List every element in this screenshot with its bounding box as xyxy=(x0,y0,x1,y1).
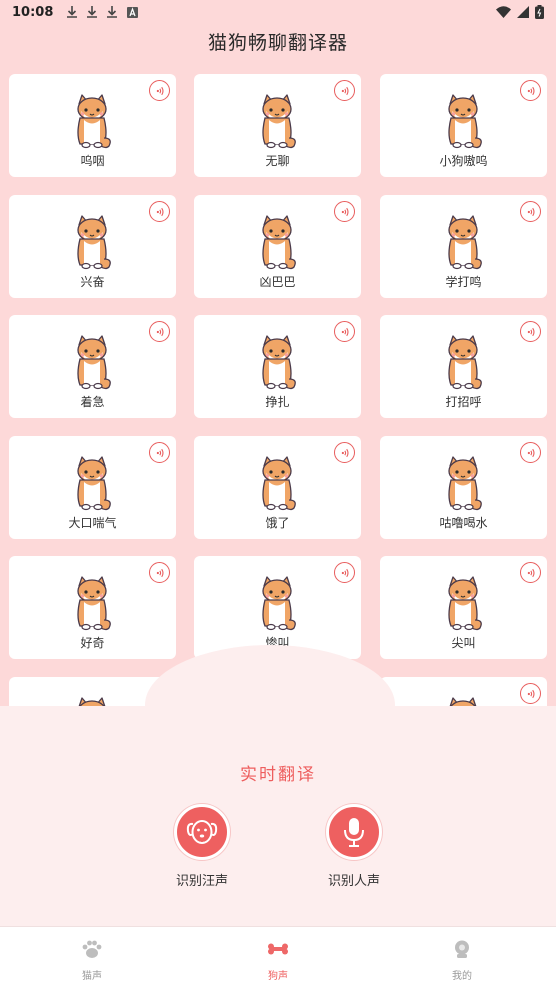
download-icon xyxy=(107,6,118,18)
play-sound-icon[interactable] xyxy=(520,201,541,222)
cat-icon xyxy=(442,456,484,512)
sound-card[interactable]: 大口喘气 xyxy=(9,436,176,539)
sound-card-label: 着急 xyxy=(80,395,105,409)
sound-card-label: 无聊 xyxy=(265,154,290,168)
cat-icon xyxy=(256,335,298,391)
play-sound-icon[interactable] xyxy=(520,562,541,583)
sound-card[interactable]: 挣扎 xyxy=(194,315,361,418)
dog-icon[interactable] xyxy=(174,804,230,860)
cat-icon xyxy=(71,335,113,391)
app-notification-icon xyxy=(127,6,139,18)
sound-card-label: 挣扎 xyxy=(265,395,290,409)
sound-card-label: 学打鸣 xyxy=(445,275,482,289)
microphone-icon[interactable] xyxy=(326,804,382,860)
sound-card-label: 尖叫 xyxy=(451,636,476,650)
recognize-human-button[interactable]: 识别人声 xyxy=(314,804,394,889)
recognize-dog-label: 识别汪声 xyxy=(175,874,228,889)
tab-dog-sounds[interactable]: 狗声 xyxy=(248,939,308,982)
sound-card-label: 好奇 xyxy=(80,636,105,650)
play-sound-icon[interactable] xyxy=(149,321,170,342)
battery-icon xyxy=(535,5,544,19)
sound-card-label: 兴奋 xyxy=(80,275,105,289)
play-sound-icon[interactable] xyxy=(334,442,355,463)
sound-grid: 呜咽 无聊 小狗嗷呜 兴奋 凶巴巴 学打鸣 着急 挣扎 打招呼 大口喘气 饿了 … xyxy=(9,74,549,706)
sound-card[interactable]: 好奇 xyxy=(9,556,176,659)
tab-cat-sounds[interactable]: 猫声 xyxy=(62,939,122,982)
paw-icon xyxy=(82,940,102,958)
play-sound-icon[interactable] xyxy=(334,201,355,222)
play-sound-icon[interactable] xyxy=(520,442,541,463)
signal-icon xyxy=(517,6,529,18)
sound-card[interactable]: 呜咽 xyxy=(9,74,176,177)
cat-icon xyxy=(256,94,298,150)
play-sound-icon[interactable] xyxy=(149,562,170,583)
play-sound-icon[interactable] xyxy=(149,80,170,101)
play-sound-icon[interactable] xyxy=(149,201,170,222)
sound-card[interactable]: 无聊 xyxy=(194,74,361,177)
translate-panel xyxy=(0,706,556,926)
sound-card-label: 咕噜喝水 xyxy=(439,516,488,530)
bone-icon xyxy=(268,943,288,955)
cat-icon xyxy=(256,456,298,512)
panel-title: 实时翻译 xyxy=(240,765,316,785)
notification-icons xyxy=(67,6,139,18)
sound-card[interactable]: 尖叫 xyxy=(380,556,547,659)
play-sound-icon[interactable] xyxy=(334,80,355,101)
cat-icon xyxy=(71,576,113,632)
cat-icon xyxy=(71,215,113,271)
sound-card[interactable]: 打招呼 xyxy=(380,315,547,418)
cat-icon xyxy=(256,576,298,632)
play-sound-icon[interactable] xyxy=(334,562,355,583)
sound-card[interactable]: 着急 xyxy=(9,315,176,418)
sound-card-label: 凶巴巴 xyxy=(259,275,296,289)
cat-icon xyxy=(71,456,113,512)
cat-icon xyxy=(71,697,113,706)
sound-card[interactable]: 小狗嗷呜 xyxy=(380,74,547,177)
play-sound-icon[interactable] xyxy=(520,321,541,342)
sound-card[interactable]: 学打鸣 xyxy=(380,195,547,298)
sound-card-label: 大口喘气 xyxy=(68,516,117,530)
recognize-dog-button[interactable]: 识别汪声 xyxy=(162,804,242,889)
download-icon xyxy=(87,6,98,18)
page-title: 猫狗畅聊翻译器 xyxy=(207,32,348,54)
sound-card[interactable] xyxy=(380,677,547,706)
cat-icon xyxy=(442,335,484,391)
sound-card[interactable]: 兴奋 xyxy=(9,195,176,298)
sound-card-label: 呜咽 xyxy=(80,154,105,168)
cat-icon xyxy=(442,697,484,706)
play-sound-icon[interactable] xyxy=(520,683,541,704)
sound-card[interactable]: 惨叫 xyxy=(194,556,361,659)
cat-icon xyxy=(442,94,484,150)
status-time: 10:08 xyxy=(12,4,54,20)
sound-card-label: 饿了 xyxy=(265,516,290,530)
play-sound-icon[interactable] xyxy=(149,442,170,463)
tab-dog-sounds-label: 狗声 xyxy=(268,971,288,982)
profile-icon xyxy=(455,940,469,958)
download-icon xyxy=(67,6,78,18)
sound-card[interactable]: 咕噜喝水 xyxy=(380,436,547,539)
play-sound-icon[interactable] xyxy=(520,80,541,101)
sound-card[interactable]: 凶巴巴 xyxy=(194,195,361,298)
status-bar: 10:08 xyxy=(0,0,556,24)
sound-card[interactable]: 饿了 xyxy=(194,436,361,539)
system-icons xyxy=(496,5,544,19)
recognize-human-label: 识别人声 xyxy=(327,874,380,889)
play-sound-icon[interactable] xyxy=(334,321,355,342)
cat-icon xyxy=(256,215,298,271)
tab-profile-label: 我的 xyxy=(452,971,472,982)
sound-card-label: 打招呼 xyxy=(445,395,482,409)
cat-icon xyxy=(71,94,113,150)
cat-icon xyxy=(442,576,484,632)
sound-card-label: 小狗嗷呜 xyxy=(439,154,488,168)
cat-icon xyxy=(442,215,484,271)
tab-cat-sounds-label: 猫声 xyxy=(82,971,102,982)
tab-profile[interactable]: 我的 xyxy=(432,939,492,982)
wifi-icon xyxy=(496,6,511,18)
bottom-tab-bar: 猫声 狗声 我的 xyxy=(0,926,556,990)
